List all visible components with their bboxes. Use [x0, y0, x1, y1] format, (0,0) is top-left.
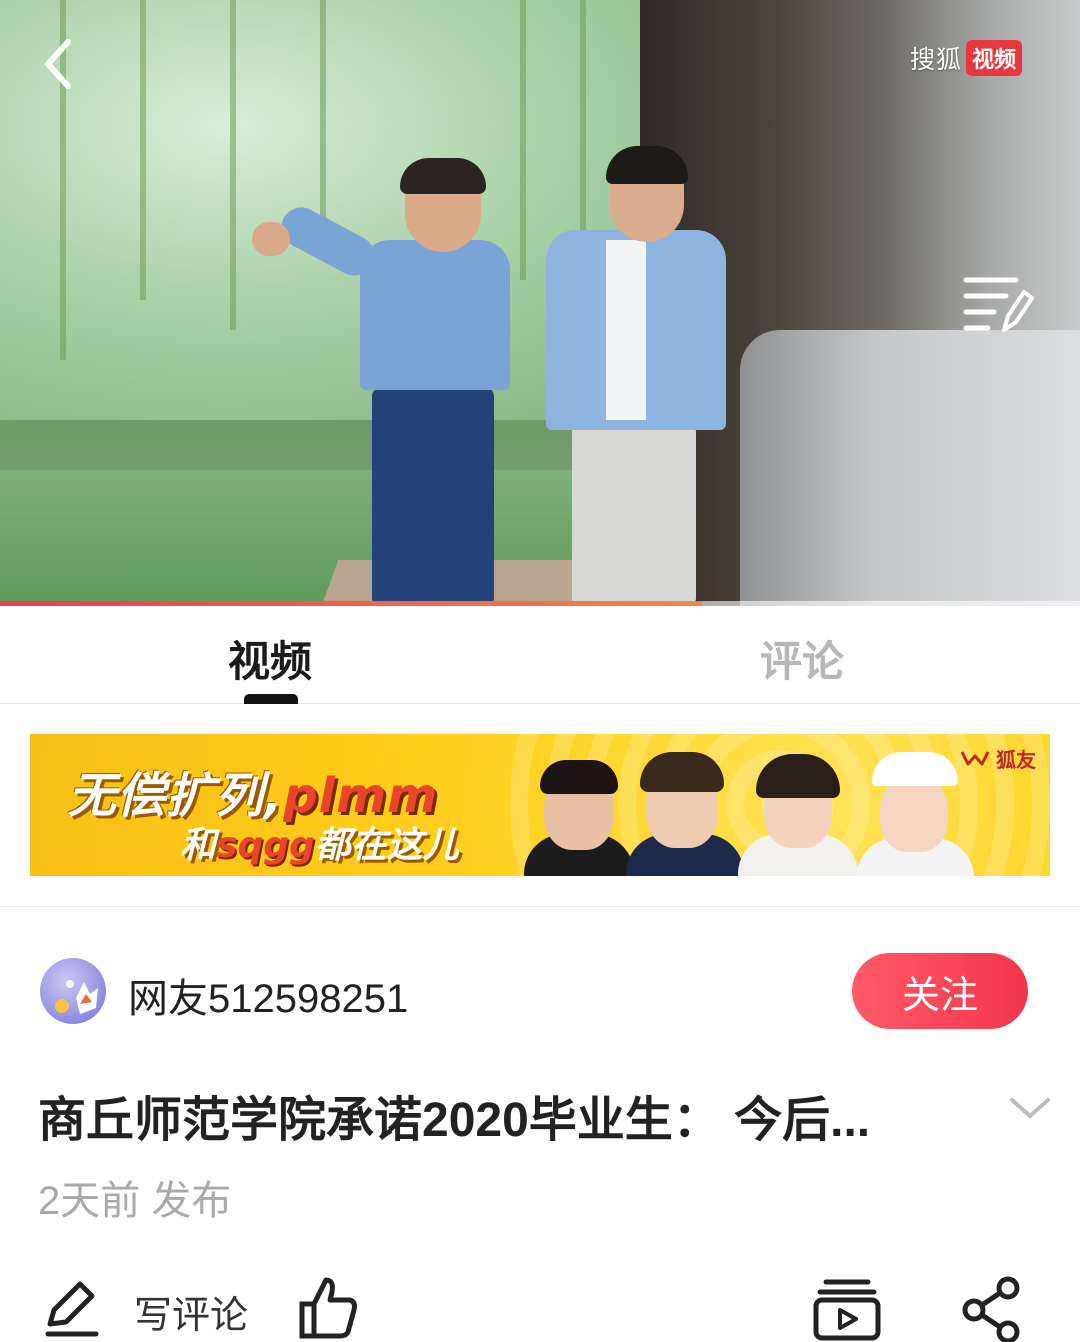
video-frame-person — [372, 388, 494, 606]
video-frame-person — [360, 240, 510, 390]
write-comment-button[interactable] — [40, 1276, 102, 1338]
ad-logo: 狐友 — [960, 744, 1036, 773]
ad-subline-cn-a: 和 — [180, 825, 217, 866]
ad-subline-latin: sqgg — [216, 825, 315, 866]
avatar[interactable] — [40, 958, 106, 1024]
tab-active-indicator — [244, 694, 298, 704]
back-button[interactable] — [30, 34, 90, 94]
ad-subline-cn-b: 都在这儿 — [314, 825, 459, 866]
video-frame-person — [572, 424, 696, 606]
brand-text: 搜狐 — [910, 45, 963, 74]
like-button[interactable] — [298, 1274, 360, 1340]
video-frame-willow — [580, 0, 586, 240]
publish-time: 2天前 发布 — [38, 1179, 232, 1223]
avatar-fox-icon — [55, 980, 98, 1014]
playlist-button[interactable] — [960, 272, 1036, 338]
edit-icon — [45, 1281, 99, 1337]
ad-banner[interactable]: 无偿扩列,plmm 和sqgg都在这儿 狐友 — [30, 734, 1050, 876]
video-frame-willow — [520, 0, 526, 280]
video-frame-willow — [140, 0, 146, 300]
section-divider — [0, 906, 1080, 907]
video-frame-person — [400, 158, 486, 194]
video-frame-trunk — [740, 330, 1080, 606]
write-comment-label[interactable]: 写评论 — [134, 1284, 248, 1339]
sohu-video-logo: 搜狐 视频 — [910, 40, 1023, 76]
video-frame-person — [252, 222, 290, 256]
tab-video[interactable]: 视频 — [210, 628, 330, 689]
ad-person-cap — [872, 752, 958, 786]
follow-button[interactable]: 关注 — [852, 953, 1028, 1029]
video-playlist-icon — [813, 1279, 881, 1341]
video-playlist-button[interactable] — [812, 1276, 882, 1342]
video-frame-person — [606, 146, 688, 184]
ad-person — [640, 752, 724, 792]
ad-logo-text: 狐友 — [996, 748, 1036, 772]
author-name[interactable]: 网友512598251 — [128, 966, 408, 1024]
video-player[interactable]: 搜狐 视频 — [0, 0, 1080, 606]
fox-logo-icon — [960, 750, 990, 765]
playlist-edit-icon — [963, 277, 1034, 332]
video-frame-willow — [230, 0, 236, 330]
video-title: 商丘师范学院承诺2020毕业生： 今后... — [38, 1094, 871, 1147]
brand-badge: 视频 — [966, 40, 1023, 76]
chevron-left-icon — [45, 39, 71, 89]
expand-title-button[interactable] — [1008, 1090, 1052, 1126]
share-icon — [962, 1276, 1020, 1342]
thumbs-up-icon — [299, 1277, 357, 1339]
tab-comments[interactable]: 评论 — [742, 628, 862, 689]
bottom-action-bar: 写评论 — [0, 1270, 1080, 1342]
content-tabs: 视频 评论 — [0, 606, 1080, 704]
ad-subline: 和sqgg都在这儿 — [180, 816, 459, 868]
chevron-down-icon — [1010, 1098, 1050, 1118]
ad-person — [540, 760, 618, 794]
share-button[interactable] — [958, 1274, 1026, 1342]
video-frame-person — [606, 240, 646, 420]
